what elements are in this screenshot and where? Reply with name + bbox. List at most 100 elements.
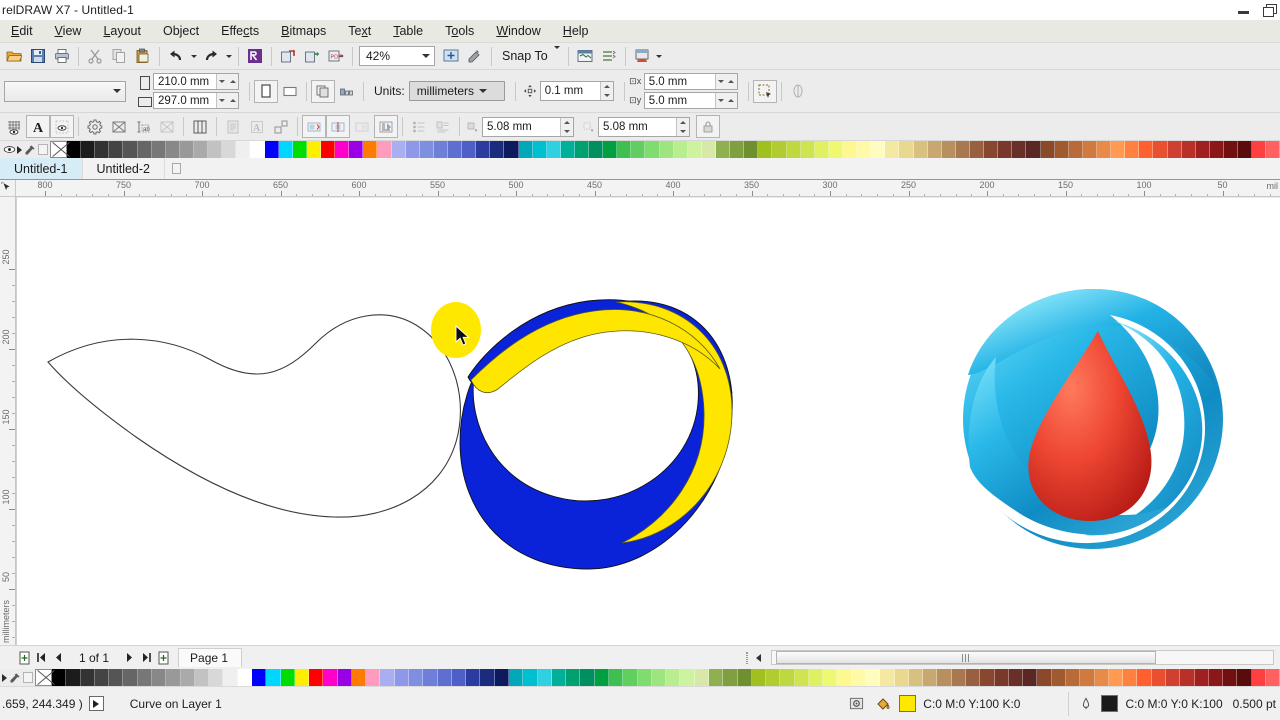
palette-swatch[interactable]	[823, 669, 838, 686]
palette-swatch[interactable]	[180, 669, 195, 686]
convert-text-icon[interactable]	[269, 115, 293, 138]
palette-swatch[interactable]	[758, 141, 773, 158]
page-height-spinner[interactable]	[216, 93, 238, 108]
palette-swatch[interactable]	[380, 669, 395, 686]
palette-swatch[interactable]	[532, 141, 547, 158]
text-wrap-icon[interactable]	[374, 115, 398, 138]
palette-swatch[interactable]	[194, 669, 210, 686]
palette-swatch[interactable]	[250, 141, 265, 158]
duplicate-x-field[interactable]: 5.0 mm	[643, 73, 738, 90]
menu-item-window[interactable]: Window	[485, 21, 551, 41]
palette-swatch[interactable]	[1051, 669, 1066, 686]
palette-swatch[interactable]	[109, 141, 124, 158]
outline-color-swatch[interactable]	[1101, 695, 1119, 712]
palette-swatch[interactable]	[673, 141, 688, 158]
page-tab-page-1[interactable]: Page 1	[178, 648, 243, 667]
palette-swatch[interactable]	[66, 669, 81, 686]
palette-swatch[interactable]	[351, 669, 367, 686]
palette-swatch[interactable]	[566, 669, 581, 686]
palette-swatch[interactable]	[1208, 669, 1224, 686]
last-page-button[interactable]	[138, 649, 155, 667]
palette-swatch[interactable]	[537, 669, 552, 686]
palette-swatch[interactable]	[1265, 669, 1280, 686]
palette-swatch[interactable]	[899, 141, 914, 158]
palette-swatch[interactable]	[574, 141, 590, 158]
paste-icon[interactable]	[131, 45, 155, 68]
palette-swatch[interactable]	[723, 669, 738, 686]
palette-swatch[interactable]	[1151, 669, 1166, 686]
palette-swatch[interactable]	[193, 141, 209, 158]
palette-swatch[interactable]	[366, 669, 381, 686]
palette-swatch[interactable]	[694, 669, 709, 686]
palette-swatch[interactable]	[490, 141, 505, 158]
palette-swatch[interactable]	[623, 669, 638, 686]
palette-swatch[interactable]	[137, 141, 152, 158]
horizontal-ruler[interactable]: mil 800 750 700 650 600 550 500 450 400 350 300 250…	[0, 180, 1280, 197]
orientation-landscape-button[interactable]	[278, 80, 302, 103]
publish-pdf-icon[interactable]: PDF	[324, 45, 348, 68]
palette-swatch[interactable]	[998, 141, 1013, 158]
palette-swatch[interactable]	[363, 141, 378, 158]
palette-swatch[interactable]	[603, 141, 618, 158]
menu-item-tools[interactable]: Tools	[434, 21, 485, 41]
palette-swatch[interactable]	[1026, 141, 1041, 158]
palette-swatch[interactable]	[335, 141, 350, 158]
menu-item-text[interactable]: Text	[337, 21, 382, 41]
palette-menu-icon-bottom[interactable]	[23, 672, 33, 683]
palette-swatch[interactable]	[278, 141, 293, 158]
palette-swatch[interactable]	[447, 141, 463, 158]
palette-swatch[interactable]	[264, 141, 279, 158]
palette-swatch[interactable]	[637, 669, 652, 686]
drop-cap-icon[interactable]	[431, 115, 455, 138]
palette-swatch[interactable]	[1123, 669, 1138, 686]
palette-swatch[interactable]	[81, 141, 96, 158]
palette-swatch[interactable]	[1037, 669, 1052, 686]
palette-swatch[interactable]	[927, 141, 942, 158]
palette-swatch[interactable]	[546, 141, 561, 158]
save-icon[interactable]	[26, 45, 50, 68]
show-hide-grid-icon[interactable]	[2, 115, 26, 138]
palette-swatch[interactable]	[251, 669, 267, 686]
undo-dropdown-icon[interactable]	[188, 45, 199, 68]
palette-swatch[interactable]	[730, 141, 745, 158]
palette-swatch[interactable]	[419, 141, 434, 158]
palette-swatch[interactable]	[266, 669, 281, 686]
palette-swatch[interactable]	[1139, 141, 1154, 158]
empty-frame-icon[interactable]	[155, 115, 179, 138]
palette-swatch[interactable]	[1008, 669, 1024, 686]
palette-swatch[interactable]	[885, 141, 900, 158]
chevron-down-icon[interactable]	[474, 89, 492, 93]
next-page-button[interactable]	[121, 649, 138, 667]
palette-swatch[interactable]	[292, 141, 307, 158]
menu-item-bitmaps[interactable]: Bitmaps	[270, 21, 337, 41]
palette-swatch[interactable]	[394, 669, 410, 686]
palette-swatch[interactable]	[751, 669, 767, 686]
palette-swatch[interactable]	[737, 669, 752, 686]
palette-swatch[interactable]	[437, 669, 452, 686]
palette-swatch[interactable]	[166, 669, 181, 686]
palette-eye-icon[interactable]	[2, 143, 16, 157]
chevron-down-icon[interactable]	[553, 46, 560, 63]
palette-swatch[interactable]	[1251, 669, 1266, 686]
palette-swatch[interactable]	[843, 141, 858, 158]
palette-swatch[interactable]	[223, 669, 238, 686]
palette-swatch[interactable]	[1111, 141, 1126, 158]
palette-swatch[interactable]	[894, 669, 909, 686]
document-tab-untitled-1[interactable]: Untitled-1	[0, 158, 83, 179]
palette-menu-icon[interactable]	[38, 144, 48, 155]
palette-swatch[interactable]	[523, 669, 538, 686]
palette-swatch[interactable]	[320, 141, 336, 158]
open-folder-icon[interactable]	[2, 45, 26, 68]
snap-to-button[interactable]: Snap To	[496, 46, 564, 67]
page-width-spinner[interactable]	[216, 74, 238, 89]
palette-swatch[interactable]	[208, 141, 223, 158]
fill-color-swatch[interactable]	[899, 695, 917, 712]
palette-swatch[interactable]	[666, 669, 681, 686]
palette-swatch[interactable]	[680, 669, 695, 686]
palette-swatch[interactable]	[123, 669, 138, 686]
palette-swatch[interactable]	[955, 141, 970, 158]
palette-swatch[interactable]	[123, 141, 138, 158]
palette-swatch[interactable]	[1180, 669, 1195, 686]
launcher-dropdown-icon[interactable]	[654, 45, 665, 68]
palette-swatch[interactable]	[466, 669, 481, 686]
